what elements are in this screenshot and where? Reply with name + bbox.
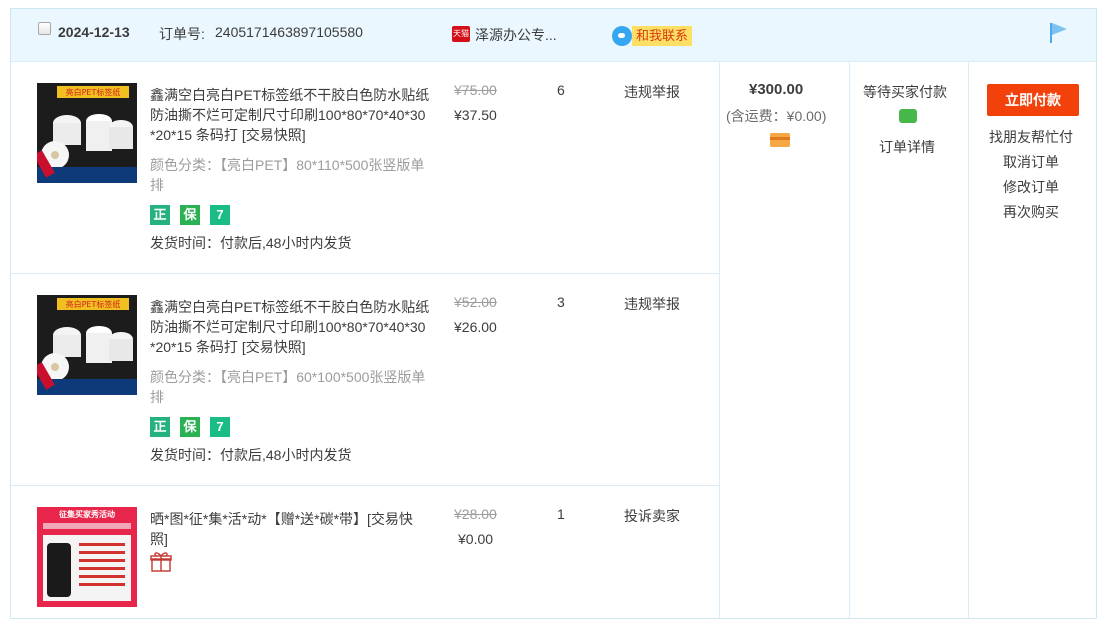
message-icon[interactable] xyxy=(899,109,917,123)
shipping-time: 发货时间：付款后,48小时内发货 xyxy=(150,447,352,463)
unit-price: ¥37.50 xyxy=(454,107,497,123)
original-price: ¥75.00 xyxy=(454,82,497,98)
authentic-badge-icon[interactable]: 正 xyxy=(150,417,170,437)
order-card: 2024-12-13 订单号: 2405171463897105580 天猫 泽… xyxy=(10,8,1097,619)
report-link[interactable]: 违规举报 xyxy=(624,294,680,314)
original-price: ¥28.00 xyxy=(454,506,497,522)
original-price: ¥52.00 xyxy=(454,294,497,310)
seven-day-return-badge-icon[interactable]: 7 xyxy=(210,417,230,437)
chat-bubble-icon xyxy=(612,26,632,46)
column-divider xyxy=(849,61,850,618)
product-sku: 颜色分类：【亮白PET】60*100*500张竖版单排 xyxy=(150,369,426,405)
order-number-label: 订单号: xyxy=(159,26,205,42)
order-detail-link[interactable]: 订单详情 xyxy=(879,137,935,157)
quantity: 3 xyxy=(557,294,565,310)
complain-seller-link[interactable]: 投诉卖家 xyxy=(624,506,680,526)
promo-image[interactable]: 征集买家秀活动 xyxy=(37,507,137,607)
order-number: 2405171463897105580 xyxy=(215,24,363,40)
image-label-text: 亮白PET标签纸 xyxy=(66,87,121,97)
product-title-link[interactable]: 鑫满空白亮白PET标签纸不干胶白色防水贴纸防油撕不烂可定制尺寸印刷100*80*… xyxy=(150,297,430,357)
order-checkbox[interactable] xyxy=(38,22,51,35)
authentic-badge-icon[interactable]: 正 xyxy=(150,205,170,225)
unit-price: ¥26.00 xyxy=(454,319,497,335)
product-title-link[interactable]: 鑫满空白亮白PET标签纸不干胶白色防水贴纸防油撕不烂可定制尺寸印刷100*80*… xyxy=(150,85,430,145)
shipping-fee: (含运费：¥0.00) xyxy=(726,108,827,124)
promo-image-title: 征集买家秀活动 xyxy=(59,509,115,519)
shop-name-link[interactable]: 泽源办公专... xyxy=(475,25,557,45)
seven-day-return-badge-icon[interactable]: 7 xyxy=(210,205,230,225)
ask-friend-pay-link[interactable]: 找朋友帮忙付 xyxy=(968,127,1094,147)
order-status: 等待买家付款 xyxy=(863,84,947,100)
guarantee-badge-icon[interactable]: 保 xyxy=(180,417,200,437)
column-divider xyxy=(719,61,720,618)
shipping-time: 发货时间：付款后,48小时内发货 xyxy=(150,235,352,251)
order-date: 2024-12-13 xyxy=(58,24,130,40)
product-sku: 颜色分类：【亮白PET】80*110*500张竖版单排 xyxy=(150,157,425,193)
guarantee-badge-icon[interactable]: 保 xyxy=(180,205,200,225)
product-title-link[interactable]: 晒*图*征*集*活*动*【赠*送*碳*带】[交易快照] xyxy=(150,509,430,549)
image-label-text: 亮白PET标签纸 xyxy=(66,299,121,309)
contact-seller-label: 和我联系 xyxy=(632,26,693,46)
order-total: ¥300.00 xyxy=(749,81,804,98)
row-divider xyxy=(11,273,719,274)
flag-icon[interactable] xyxy=(1048,21,1070,45)
product-image[interactable]: 亮白PET标签纸 xyxy=(37,295,137,395)
buy-again-link[interactable]: 再次购买 xyxy=(968,202,1094,222)
quantity: 1 xyxy=(557,506,565,522)
modify-order-link[interactable]: 修改订单 xyxy=(968,177,1094,197)
row-divider xyxy=(11,485,719,486)
order-header: 2024-12-13 订单号: 2405171463897105580 天猫 泽… xyxy=(11,9,1096,62)
credit-card-icon[interactable] xyxy=(770,133,790,147)
product-image[interactable]: 亮白PET标签纸 xyxy=(37,83,137,183)
pay-now-button[interactable]: 立即付款 xyxy=(987,84,1079,116)
tmall-icon: 天猫 xyxy=(452,26,470,42)
report-link[interactable]: 违规举报 xyxy=(624,82,680,102)
gift-icon xyxy=(150,552,172,572)
cancel-order-link[interactable]: 取消订单 xyxy=(968,152,1094,172)
quantity: 6 xyxy=(557,82,565,98)
unit-price: ¥0.00 xyxy=(458,531,494,547)
